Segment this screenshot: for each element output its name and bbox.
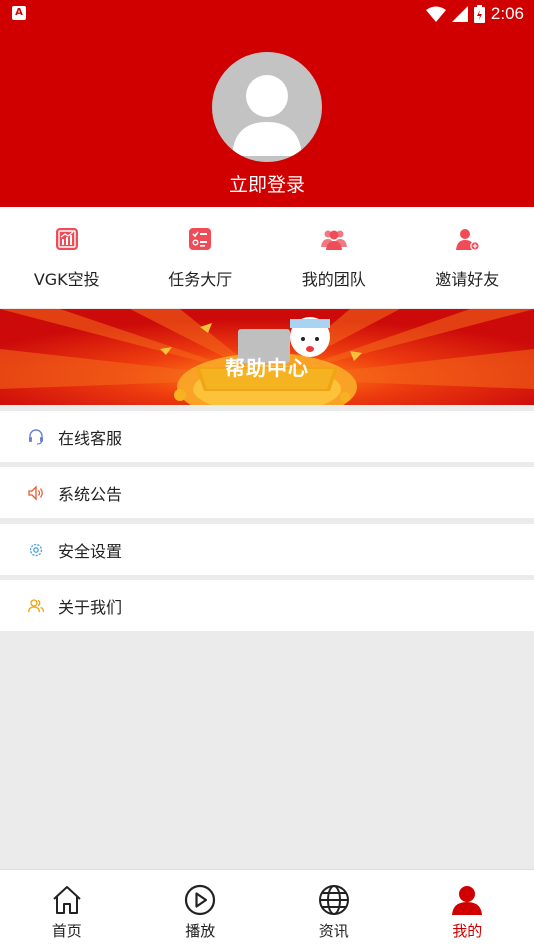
list-label: 关于我们 <box>58 597 123 617</box>
default-avatar-icon <box>232 75 302 156</box>
team-icon <box>320 230 347 250</box>
nav-item-home[interactable]: 首页 <box>0 870 134 950</box>
quick-item-airdrop[interactable]: VGK空投 <box>0 207 134 308</box>
home-icon <box>53 886 81 914</box>
wifi-icon <box>425 6 446 22</box>
quick-label: 邀请好友 <box>435 270 500 289</box>
speaker-icon <box>28 484 43 501</box>
list-label: 安全设置 <box>58 541 123 561</box>
play-icon <box>185 884 216 916</box>
invite-user-icon <box>456 229 481 251</box>
quick-label: VGK空投 <box>33 270 100 289</box>
quick-item-my-team[interactable]: 我的团队 <box>267 207 401 308</box>
people-icon <box>27 598 45 612</box>
nav-item-news[interactable]: 资讯 <box>267 870 401 950</box>
list-label: 在线客服 <box>58 428 123 448</box>
list-item-online-service[interactable]: 在线客服 <box>0 411 534 462</box>
headset-icon <box>29 428 43 445</box>
login-link[interactable]: 立即登录 <box>0 170 534 197</box>
status-indicators: 2:06 <box>425 3 524 25</box>
list-label: 系统公告 <box>58 484 123 504</box>
banner-title: 帮助中心 <box>225 356 309 380</box>
quick-item-invite-friends[interactable]: 邀请好友 <box>401 207 534 308</box>
avatar[interactable] <box>212 52 322 162</box>
status-bar: A 2:06 <box>0 0 534 28</box>
nav-label: 首页 <box>51 922 82 940</box>
quick-item-task-hall[interactable]: 任务大厅 <box>134 207 268 308</box>
user-icon <box>452 886 483 915</box>
status-time: 2:06 <box>490 4 524 23</box>
nav-label: 播放 <box>185 922 216 940</box>
quick-menu: VGK空投 任务大厅 我的团队 邀请好友 <box>0 207 534 308</box>
profile-header: A 2:06 立即登录 <box>0 0 534 207</box>
quick-label: 任务大厅 <box>168 270 233 289</box>
signal-icon <box>451 6 468 22</box>
notification-icon: A <box>12 6 26 20</box>
list-item-about-us[interactable]: 关于我们 <box>0 580 534 631</box>
task-list-icon <box>189 228 212 250</box>
globe-icon <box>318 885 349 915</box>
bottom-nav: 首页 播放 资讯 我的 <box>0 869 534 950</box>
nav-item-play[interactable]: 播放 <box>134 870 268 950</box>
quick-label: 我的团队 <box>301 270 366 289</box>
list-item-system-notice[interactable]: 系统公告 <box>0 467 534 518</box>
gear-icon <box>29 543 43 556</box>
nav-label: 资讯 <box>318 922 349 940</box>
battery-icon <box>473 5 485 23</box>
nav-label: 我的 <box>452 922 483 940</box>
chart-icon <box>55 228 78 250</box>
list-item-security-settings[interactable]: 安全设置 <box>0 524 534 575</box>
nav-item-mine[interactable]: 我的 <box>401 870 534 950</box>
